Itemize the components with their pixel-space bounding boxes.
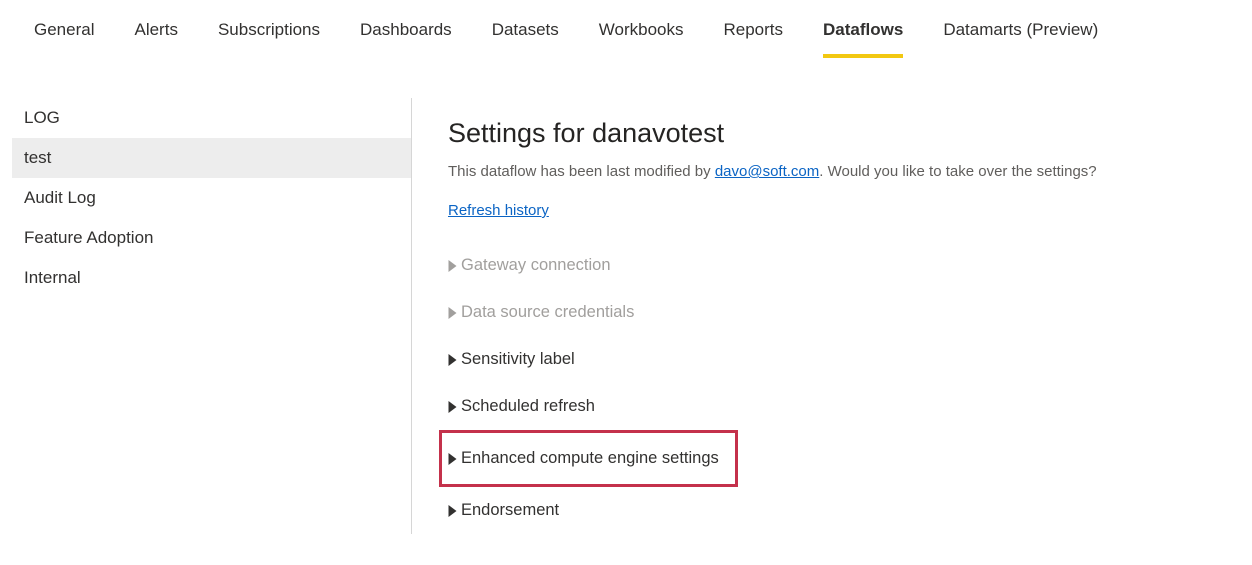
caret-right-icon [448,505,457,517]
sidebar: LOG test Audit Log Feature Adoption Inte… [0,98,412,534]
main-panel: Settings for danavotest This dataflow ha… [412,98,1252,534]
refresh-history-link[interactable]: Refresh history [448,202,549,219]
accordion-sensitivity-label[interactable]: Sensitivity label [448,336,1252,383]
accordion-scheduled-refresh[interactable]: Scheduled refresh [448,383,1252,430]
tab-workbooks[interactable]: Workbooks [599,20,684,58]
accordion-gateway-connection[interactable]: Gateway connection [448,242,1252,289]
accordion-data-source-credentials[interactable]: Data source credentials [448,289,1252,336]
accordion-label: Enhanced compute engine settings [461,449,719,468]
subtitle-prefix: This dataflow has been last modified by [448,163,715,180]
tab-dashboards[interactable]: Dashboards [360,20,452,58]
subtitle-suffix: . Would you like to take over the settin… [819,163,1096,180]
accordion-label: Data source credentials [461,303,634,322]
subtitle: This dataflow has been last modified by … [448,163,1252,180]
tab-reports[interactable]: Reports [724,20,784,58]
tab-alerts[interactable]: Alerts [134,20,177,58]
sidebar-item-audit-log[interactable]: Audit Log [12,178,411,218]
content-area: LOG test Audit Log Feature Adoption Inte… [0,58,1252,534]
tab-datamarts[interactable]: Datamarts (Preview) [943,20,1098,58]
accordion-endorsement[interactable]: Endorsement [448,487,1252,534]
sidebar-item-log[interactable]: LOG [12,98,411,138]
accordion-label: Gateway connection [461,256,611,275]
accordion-label: Scheduled refresh [461,397,595,416]
caret-right-icon [448,401,457,413]
page-title: Settings for danavotest [448,118,1252,149]
sidebar-item-feature-adoption[interactable]: Feature Adoption [12,218,411,258]
accordion-enhanced-compute-engine[interactable]: Enhanced compute engine settings [439,430,738,487]
tab-bar: General Alerts Subscriptions Dashboards … [0,0,1252,58]
caret-right-icon [448,354,457,366]
tab-dataflows[interactable]: Dataflows [823,20,903,58]
accordion-label: Endorsement [461,501,559,520]
accordion-label: Sensitivity label [461,350,575,369]
tab-datasets[interactable]: Datasets [492,20,559,58]
sidebar-item-test[interactable]: test [12,138,411,178]
caret-right-icon [448,453,457,465]
tab-subscriptions[interactable]: Subscriptions [218,20,320,58]
caret-right-icon [448,307,457,319]
sidebar-item-internal[interactable]: Internal [12,258,411,298]
refresh-history-row: Refresh history [448,202,1252,220]
caret-right-icon [448,260,457,272]
tab-general[interactable]: General [34,20,94,58]
owner-email-link[interactable]: davo@soft.com [715,163,819,180]
